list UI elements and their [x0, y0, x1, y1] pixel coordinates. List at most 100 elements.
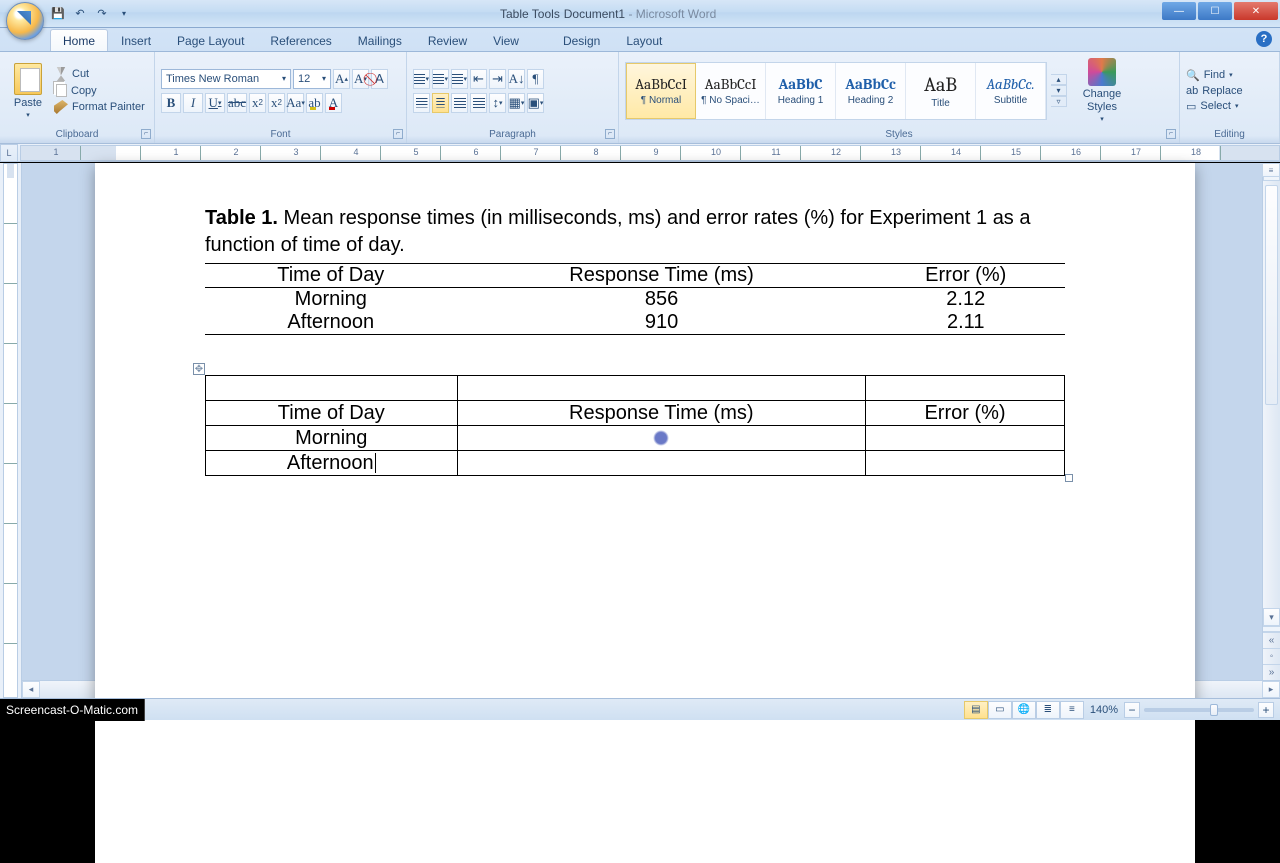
tab-review[interactable]: Review [415, 29, 480, 51]
next-page-button[interactable]: » [1263, 664, 1280, 680]
style-item[interactable]: AaBbCc.Subtitle [976, 63, 1046, 119]
vertical-scrollbar[interactable]: ▴ ▾ « ◦ » [1262, 163, 1280, 680]
table-cell[interactable] [866, 426, 1065, 451]
table-resize-handle[interactable] [1065, 474, 1073, 482]
vertical-ruler[interactable] [0, 163, 22, 698]
tab-page-layout[interactable]: Page Layout [164, 29, 257, 51]
font-color-button[interactable]: A [325, 93, 342, 113]
table-cell[interactable] [866, 376, 1065, 401]
tab-table-layout[interactable]: Layout [613, 29, 675, 51]
style-item[interactable]: AaBbCcI¶ No Spaci… [696, 63, 766, 119]
style-item[interactable]: AaBTitle [906, 63, 976, 119]
horizontal-ruler[interactable]: 1123456789101112131415161718 [20, 145, 1280, 161]
shading-button[interactable]: ▦▾ [508, 93, 525, 113]
table-cell[interactable] [457, 451, 866, 476]
font-family-combo[interactable]: Times New Roman▾ [161, 69, 291, 89]
justify-button[interactable] [470, 93, 487, 113]
maximize-button[interactable]: ☐ [1198, 2, 1232, 20]
outline-view[interactable]: ≣ [1036, 701, 1060, 719]
replace-button[interactable]: abReplace [1186, 85, 1243, 97]
prev-page-button[interactable]: « [1263, 632, 1280, 648]
tab-references[interactable]: References [257, 29, 344, 51]
table-cell[interactable]: Morning [206, 426, 458, 451]
scroll-left-icon[interactable]: ◂ [22, 681, 40, 698]
align-right-button[interactable] [451, 93, 468, 113]
full-screen-view[interactable]: ▭ [988, 701, 1012, 719]
align-left-button[interactable] [413, 93, 430, 113]
select-button[interactable]: ▭Select▾ [1186, 100, 1243, 113]
italic-button[interactable]: I [183, 93, 203, 113]
font-size-combo[interactable]: 12▾ [293, 69, 331, 89]
tab-mailings[interactable]: Mailings [345, 29, 415, 51]
style-item[interactable]: AaBbCcI¶ Normal [626, 63, 696, 119]
tab-home[interactable]: Home [50, 29, 108, 51]
paragraph-launcher[interactable]: ⌐ [605, 129, 615, 139]
format-painter-button[interactable]: Format Painter [54, 100, 145, 114]
change-case-button[interactable]: Aa▾ [287, 93, 304, 113]
zoom-slider[interactable] [1144, 708, 1254, 712]
sort-button[interactable]: A↓ [508, 69, 525, 89]
scroll-down-icon[interactable]: ▾ [1263, 608, 1280, 626]
paste-button[interactable]: Paste ▾ [6, 55, 50, 127]
ruler-toggle-button[interactable]: ≡ [1262, 163, 1280, 177]
browse-object-button[interactable]: ◦ [1263, 648, 1280, 664]
superscript-button[interactable]: x2 [268, 93, 285, 113]
highlight-button[interactable]: ab [306, 93, 323, 113]
find-button[interactable]: 🔍Find▾ [1186, 69, 1243, 82]
clear-formatting-button[interactable]: A⃠ [371, 69, 388, 89]
minimize-button[interactable]: — [1162, 2, 1196, 20]
table-header[interactable]: Error (%) [866, 401, 1065, 426]
zoom-value[interactable]: 140% [1090, 704, 1118, 716]
table-cell[interactable] [457, 376, 866, 401]
table-cell[interactable] [457, 426, 866, 451]
tab-selector[interactable]: L [0, 144, 18, 162]
underline-button[interactable]: U▾ [205, 93, 225, 113]
clipboard-launcher[interactable]: ⌐ [141, 129, 151, 139]
close-button[interactable]: ✕ [1234, 2, 1278, 20]
align-center-button[interactable] [432, 93, 449, 113]
redo-icon[interactable]: ↷ [94, 6, 110, 22]
office-button[interactable] [6, 2, 44, 40]
zoom-thumb[interactable] [1210, 704, 1218, 716]
bullets-button[interactable]: ▾ [413, 69, 430, 89]
web-layout-view[interactable]: 🌐 [1012, 701, 1036, 719]
tab-table-design[interactable]: Design [550, 29, 613, 51]
table-move-handle[interactable]: ✥ [193, 363, 205, 375]
zoom-out-button[interactable]: − [1124, 702, 1140, 718]
borders-button[interactable]: ▣▾ [527, 93, 544, 113]
decrease-indent-button[interactable]: ⇤ [470, 69, 487, 89]
multilevel-button[interactable]: ▾ [451, 69, 468, 89]
styles-launcher[interactable]: ⌐ [1166, 129, 1176, 139]
table-cell[interactable] [866, 451, 1065, 476]
font-launcher[interactable]: ⌐ [393, 129, 403, 139]
show-marks-button[interactable]: ¶ [527, 69, 544, 89]
editing-table[interactable]: Time of DayResponse Time (ms)Error (%) Mo… [205, 375, 1065, 476]
change-styles-button[interactable]: Change Styles ▾ [1075, 58, 1129, 122]
table-cell[interactable] [206, 376, 458, 401]
style-item[interactable]: AaBbCcHeading 2 [836, 63, 906, 119]
scroll-thumb[interactable] [1265, 185, 1278, 405]
grow-font-button[interactable]: A▴ [333, 69, 350, 89]
strikethrough-button[interactable]: abc [227, 93, 247, 113]
draft-view[interactable]: ≡ [1060, 701, 1084, 719]
cut-button[interactable]: Cut [54, 67, 145, 81]
help-button[interactable]: ? [1256, 31, 1272, 47]
tab-view[interactable]: View [480, 29, 532, 51]
increase-indent-button[interactable]: ⇥ [489, 69, 506, 89]
print-layout-view[interactable]: ▤ [964, 701, 988, 719]
qat-dropdown-icon[interactable]: ▾ [116, 6, 132, 22]
scroll-right-icon[interactable]: ▸ [1262, 681, 1280, 698]
copy-button[interactable]: Copy [54, 84, 145, 97]
table-header[interactable]: Time of Day [206, 401, 458, 426]
table-cell[interactable]: Afternoon [206, 451, 458, 476]
table-header[interactable]: Response Time (ms) [457, 401, 866, 426]
save-icon[interactable]: 💾 [50, 6, 66, 22]
subscript-button[interactable]: x2 [249, 93, 266, 113]
styles-gallery[interactable]: AaBbCcI¶ NormalAaBbCcI¶ No Spaci…AaBbCHe… [625, 62, 1047, 120]
shrink-font-button[interactable]: A▾ [352, 69, 369, 89]
gallery-scroll[interactable]: ▴▾▿ [1051, 74, 1067, 107]
tab-insert[interactable]: Insert [108, 29, 164, 51]
undo-icon[interactable]: ↶ [72, 6, 88, 22]
bold-button[interactable]: B [161, 93, 181, 113]
document-page[interactable]: Table 1. Mean response times (in millise… [95, 163, 1195, 863]
